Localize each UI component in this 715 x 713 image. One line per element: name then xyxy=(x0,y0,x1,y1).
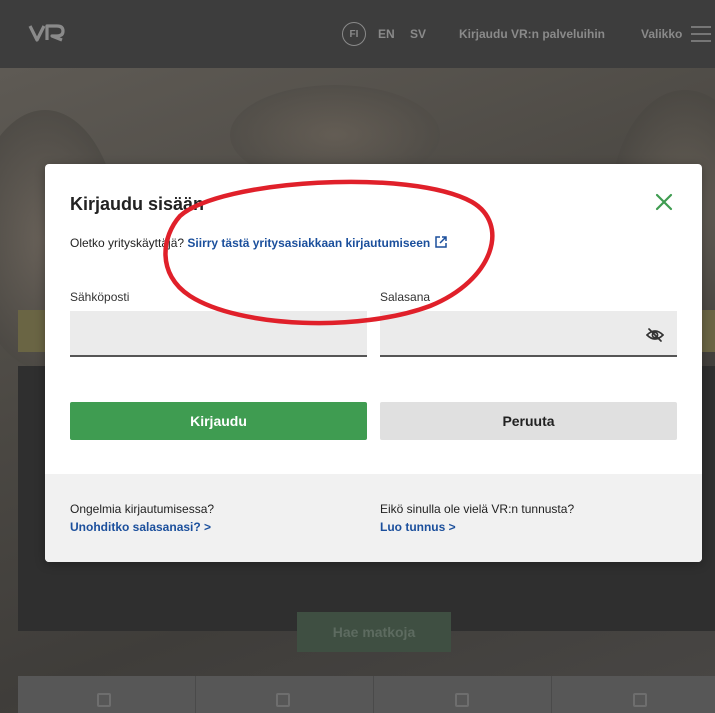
close-icon[interactable] xyxy=(652,190,676,214)
language-sv[interactable]: SV xyxy=(410,22,426,46)
password-label: Salasana xyxy=(380,290,431,304)
no-account-text: Eikö sinulla ole vielä VR:n tunnusta? xyxy=(380,502,575,516)
hamburger-icon[interactable] xyxy=(690,25,712,43)
login-problem-text: Ongelmia kirjautumisessa? xyxy=(70,502,215,516)
language-en[interactable]: EN xyxy=(378,22,395,46)
cancel-button[interactable]: Peruuta xyxy=(380,402,677,440)
email-label: Sähköposti xyxy=(70,290,130,304)
card-icon xyxy=(633,693,647,707)
ticket-icon xyxy=(97,693,111,707)
external-link-icon[interactable] xyxy=(434,235,448,249)
email-field[interactable] xyxy=(70,311,367,357)
forgot-password-link[interactable]: Unohditko salasanasi? > xyxy=(70,520,211,534)
search-journeys-button[interactable]: Hae matkoja xyxy=(297,612,451,652)
login-button[interactable]: Kirjaudu xyxy=(70,402,367,440)
vr-logo[interactable] xyxy=(28,23,68,43)
create-account-link[interactable]: Luo tunnus > xyxy=(380,520,456,534)
login-dialog: Kirjaudu sisään Oletko yrityskäyttäjä? S… xyxy=(45,164,702,562)
dialog-footer: Ongelmia kirjautumisessa? Unohditko sala… xyxy=(45,474,702,562)
train-icon xyxy=(455,693,469,707)
password-field[interactable] xyxy=(380,311,677,357)
menu-label[interactable]: Valikko xyxy=(641,22,682,46)
corporate-question: Oletko yrityskäyttäjä? xyxy=(70,236,185,250)
eye-off-icon[interactable] xyxy=(646,327,664,343)
header-login-link[interactable]: Kirjaudu VR:n palveluihin xyxy=(459,22,605,46)
calendar-icon xyxy=(276,693,290,707)
site-header: FI EN SV Kirjaudu VR:n palveluihin Valik… xyxy=(0,0,715,68)
corporate-login-line: Oletko yrityskäyttäjä? Siirry tästä yrit… xyxy=(70,235,448,250)
language-fi[interactable]: FI xyxy=(342,22,366,46)
corporate-login-link[interactable]: Siirry tästä yritysasiakkaan kirjautumis… xyxy=(187,236,430,250)
dialog-title: Kirjaudu sisään xyxy=(70,194,205,214)
